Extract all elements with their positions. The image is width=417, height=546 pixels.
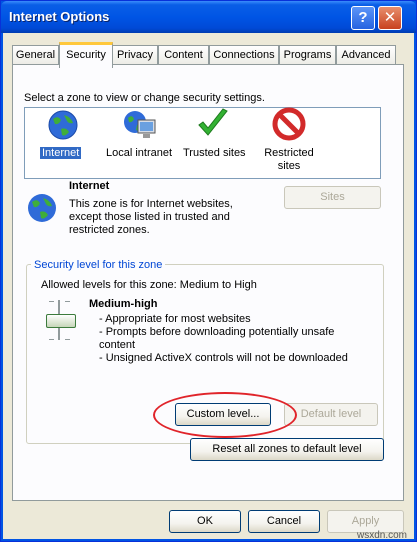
security-level-name: Medium-high [89,298,158,310]
watermark: wsxdn.com [357,530,408,541]
tab-advanced[interactable]: Advanced [336,45,396,65]
internet-options-window: Internet Options ? ✕ General Security Pr… [0,0,417,542]
tab-security[interactable]: Security [59,42,113,68]
zone-description-line3: restricted zones. [69,224,150,236]
security-slider-thumb[interactable] [46,314,76,328]
zone-restricted-sites-label[interactable]: Restricted sites [259,147,319,173]
slider-tick [65,301,70,302]
zone-description-line2: except those listed in trusted and [69,211,230,223]
sites-button[interactable]: Sites [284,186,381,209]
zone-local-intranet-label[interactable]: Local intranet [106,147,172,159]
tab-connections[interactable]: Connections [209,45,279,65]
level-bullet-2: - Prompts before downloading potentially… [99,326,335,338]
slider-tick [65,339,70,340]
globe-icon[interactable] [47,109,79,141]
zone-trusted-sites-label[interactable]: Trusted sites [183,147,246,159]
globe-icon [28,194,56,222]
level-bullet-2-cont: content [99,339,136,351]
zone-name: Internet [69,180,110,192]
title-bar[interactable]: Internet Options ? ✕ [1,1,416,33]
zones-prompt: Select a zone to view or change security… [24,92,265,104]
tab-privacy[interactable]: Privacy [112,45,158,65]
zone-internet-label: Internet [40,147,82,159]
zone-description-line1: This zone is for Internet websites, [69,198,233,210]
allowed-levels-text: Allowed levels for this zone: Medium to … [41,279,257,291]
tab-general[interactable]: General [12,45,59,65]
slider-tick [49,339,54,340]
cancel-button[interactable]: Cancel [248,510,320,533]
close-button[interactable]: ✕ [378,6,402,30]
intranet-icon[interactable] [122,108,158,142]
tab-content[interactable]: Content [158,45,209,65]
restricted-icon[interactable] [272,107,306,141]
reset-all-zones-button[interactable]: Reset all zones to default level [190,438,384,461]
level-bullet-1: - Appropriate for most websites [99,313,251,325]
tab-programs[interactable]: Programs [279,45,336,65]
default-level-button[interactable]: Default level [284,403,378,426]
help-button[interactable]: ? [351,6,375,30]
window-title: Internet Options [9,9,110,24]
zone-internet[interactable]: Internet [40,147,82,159]
checkmark-icon[interactable] [196,107,230,141]
slider-tick [49,301,54,302]
security-level-group-title: Security level for this zone [31,259,166,271]
level-bullet-3: - Unsigned ActiveX controls will not be … [99,352,348,364]
highlight-oval [153,392,297,438]
ok-button[interactable]: OK [169,510,241,533]
